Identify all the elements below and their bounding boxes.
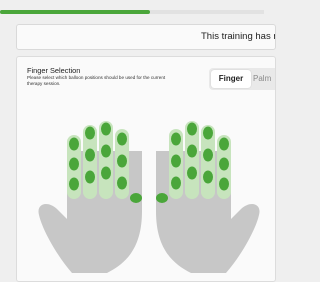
left-ring-balloon-3[interactable] [85,170,95,184]
training-progress-bar [0,10,264,14]
training-notice-bar: This training has n [16,24,276,50]
right-little-balloon-1[interactable] [219,137,229,151]
training-progress-fill [0,10,151,14]
right-middle-balloon-3[interactable] [187,166,197,180]
right-middle-balloon-1[interactable] [187,122,197,136]
left-little-balloon-3[interactable] [69,177,79,191]
right-index-balloon-2[interactable] [171,154,181,168]
left-hand [38,121,143,273]
right-index-balloon-3[interactable] [171,176,181,190]
left-ring-balloon-1[interactable] [85,126,95,140]
right-middle-balloon-2[interactable] [187,144,197,158]
right-hand [156,121,260,273]
finger-selection-panel: Finger Selection Please select which bal… [16,56,276,282]
left-middle-balloon-3[interactable] [101,166,111,180]
right-ring-balloon-1[interactable] [203,126,213,140]
left-little-balloon-2[interactable] [69,157,79,171]
right-thumb-balloon[interactable] [156,193,168,203]
right-index-balloon-1[interactable] [171,132,181,146]
right-little-balloon-3[interactable] [219,177,229,191]
left-middle-balloon-2[interactable] [101,144,111,158]
left-index-balloon-1[interactable] [117,132,127,146]
left-middle-balloon-1[interactable] [101,122,111,136]
training-notice-text: This training has n [201,31,276,42]
left-index-balloon-2[interactable] [117,154,127,168]
left-thumb-balloon[interactable] [130,193,142,203]
right-little-balloon-2[interactable] [219,157,229,171]
left-ring-balloon-2[interactable] [85,148,95,162]
left-index-balloon-3[interactable] [117,176,127,190]
hands-diagram [38,121,260,273]
right-ring-balloon-3[interactable] [203,170,213,184]
left-little-balloon-1[interactable] [69,137,79,151]
right-ring-balloon-2[interactable] [203,148,213,162]
